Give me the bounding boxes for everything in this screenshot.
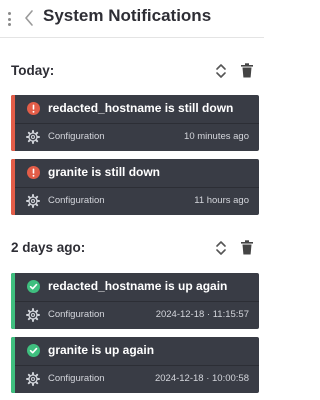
header-divider (0, 37, 264, 38)
notification-message: redacted_hostname is up again (48, 279, 228, 293)
gear-icon (26, 308, 40, 322)
notification-card[interactable]: granite is still down Configuration 11 h… (11, 159, 259, 215)
notification-card[interactable]: redacted_hostname is up again Configurat… (11, 273, 259, 329)
notification-message: granite is still down (48, 165, 161, 179)
alert-icon (27, 102, 40, 115)
notification-card[interactable]: granite is up again Configuration 2024-1… (11, 337, 259, 393)
header-bar: System Notifications (0, 0, 264, 38)
notification-category: Configuration (48, 373, 105, 384)
notification-category: Configuration (48, 195, 105, 206)
page-title: System Notifications (43, 6, 212, 25)
group-header-today: Today: (0, 60, 264, 82)
notification-time: 2024-12-18 · 10:00:58 (154, 373, 249, 384)
gear-icon (26, 130, 40, 144)
notification-time: 2024-12-18 · 11:15:57 (155, 309, 249, 320)
card-divider (15, 123, 259, 124)
trash-icon[interactable] (240, 63, 254, 78)
notification-time: 11 hours ago (194, 195, 249, 206)
sort-icon[interactable] (215, 240, 227, 256)
gear-icon (26, 194, 40, 208)
notification-card[interactable]: redacted_hostname is still down Configur… (11, 95, 259, 151)
group-label: Today: (11, 63, 55, 78)
card-divider (15, 301, 259, 302)
alert-icon (27, 166, 40, 179)
group-label: 2 days ago: (11, 240, 86, 255)
trash-icon[interactable] (240, 240, 254, 255)
notification-category: Configuration (48, 131, 105, 142)
notification-message: granite is up again (48, 343, 155, 357)
notification-time: 10 minutes ago (184, 131, 249, 142)
notification-message: redacted_hostname is still down (48, 101, 234, 115)
gear-icon (26, 372, 40, 386)
notification-category: Configuration (48, 309, 105, 320)
check-icon (27, 280, 40, 293)
back-chevron-icon[interactable] (22, 8, 36, 28)
group-header-2-days-ago: 2 days ago: (0, 237, 264, 259)
card-divider (15, 365, 259, 366)
card-divider (15, 187, 259, 188)
check-icon (27, 344, 40, 357)
sort-icon[interactable] (215, 63, 227, 79)
more-options-icon[interactable] (7, 12, 11, 26)
